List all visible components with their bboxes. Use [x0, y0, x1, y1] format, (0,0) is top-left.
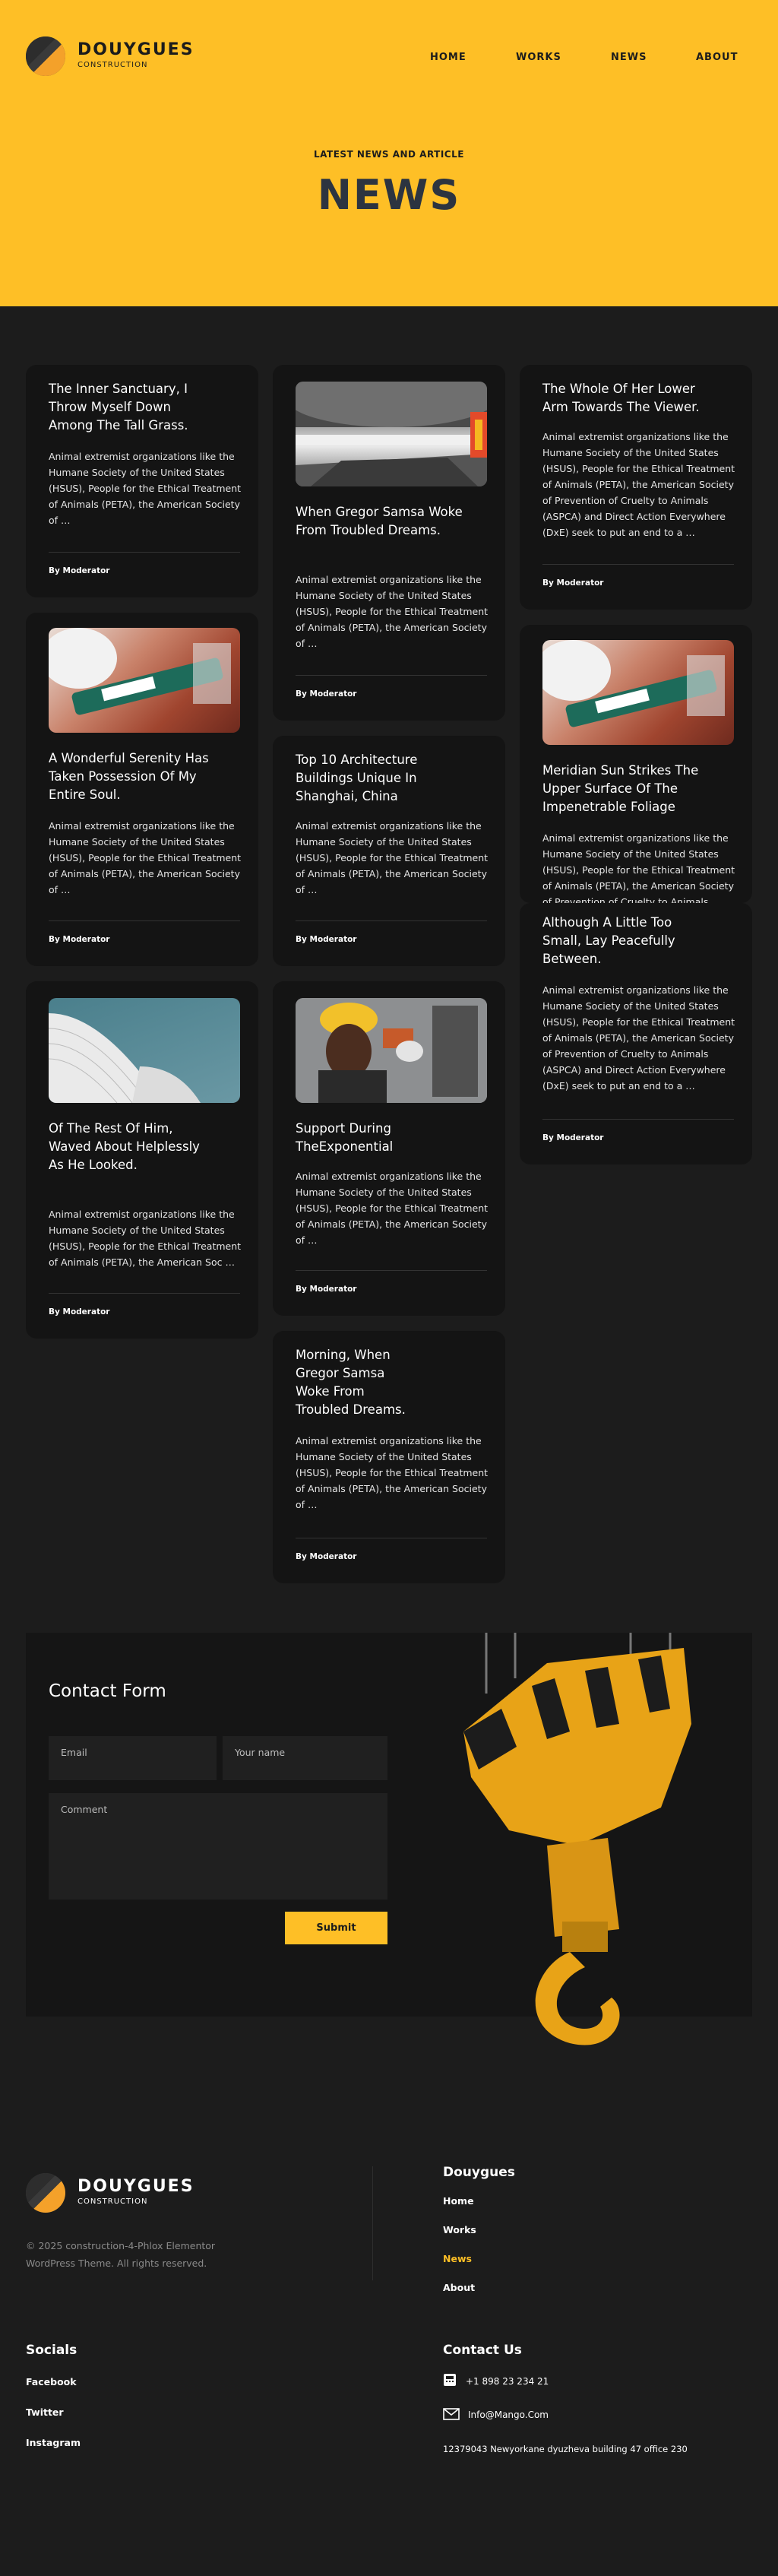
- card-author[interactable]: By Moderator: [49, 935, 109, 944]
- card-divider: [542, 1119, 734, 1120]
- card-title[interactable]: Of The Rest Of Him, Waved About Helpless…: [49, 1120, 216, 1174]
- brand-name: DOUYGUES: [77, 40, 194, 59]
- card-title[interactable]: Support During TheExponential: [296, 1120, 463, 1156]
- card-excerpt: Animal extremist organizations like the …: [296, 1171, 489, 1246]
- footer-logo[interactable]: DOUYGUES CONSTRUCTION: [26, 2173, 194, 2213]
- contact-phone[interactable]: +1 898 23 234 21: [466, 2376, 549, 2387]
- card-title[interactable]: Morning, When Gregor Samsa Woke From Tro…: [296, 1346, 410, 1419]
- news-card[interactable]: When Gregor Samsa Woke From Troubled Dre…: [273, 365, 505, 721]
- card-excerpt: Animal extremist organizations like the …: [296, 1435, 489, 1510]
- news-card[interactable]: A Wonderful Serenity Has Taken Possessio…: [26, 613, 258, 966]
- footer-link-about[interactable]: About: [443, 2282, 475, 2293]
- contact-email[interactable]: Info@Mango.Com: [468, 2410, 549, 2420]
- card-title[interactable]: The Whole Of Her Lower Arm Towards The V…: [542, 380, 710, 417]
- brand-sub: CONSTRUCTION: [77, 2197, 148, 2206]
- footer-link-works[interactable]: Works: [443, 2224, 476, 2235]
- card-excerpt: Animal extremist organizations like the …: [296, 574, 489, 649]
- card-author[interactable]: By Moderator: [296, 689, 356, 699]
- card-author[interactable]: By Moderator: [49, 566, 109, 575]
- contact-us-title: Contact Us: [443, 2343, 522, 2358]
- header-logo[interactable]: DOUYGUES CONSTRUCTION: [26, 36, 194, 76]
- social-twitter[interactable]: Twitter: [26, 2406, 64, 2418]
- footer-link-news[interactable]: News: [443, 2253, 472, 2264]
- email-field[interactable]: Email: [49, 1736, 217, 1780]
- contact-title: Contact Form: [49, 1681, 166, 1701]
- footer-links-title: Douygues: [443, 2165, 515, 2180]
- curved-roof-image[interactable]: [49, 998, 240, 1103]
- card-author[interactable]: By Moderator: [49, 1307, 109, 1317]
- copyright: © 2025 construction-4-Phlox Elementor Wo…: [26, 2240, 216, 2269]
- page-title: NEWS: [317, 171, 461, 219]
- mail-icon: [443, 2408, 460, 2420]
- card-author[interactable]: By Moderator: [296, 1552, 356, 1561]
- news-card[interactable]: The Whole Of Her Lower Arm Towards The V…: [520, 365, 752, 610]
- caulk-gun-image[interactable]: [49, 628, 240, 733]
- card-excerpt: Animal extremist organizations like the …: [542, 832, 735, 903]
- card-excerpt: Animal extremist organizations like the …: [49, 451, 242, 526]
- card-divider: [296, 675, 487, 676]
- social-instagram[interactable]: Instagram: [26, 2437, 81, 2448]
- nav-works[interactable]: WORKS: [516, 52, 561, 63]
- logo-mark-icon: [26, 36, 65, 76]
- hero-eyebrow: LATEST NEWS AND ARTICLE: [314, 149, 464, 160]
- news-card[interactable]: Although A Little Too Small, Lay Peacefu…: [520, 903, 752, 1164]
- comment-field[interactable]: Comment: [49, 1793, 387, 1900]
- social-facebook[interactable]: Facebook: [26, 2376, 77, 2387]
- news-card[interactable]: The Inner Sanctuary, I Throw Myself Down…: [26, 365, 258, 597]
- brand-name: DOUYGUES: [77, 2177, 194, 2196]
- card-divider: [296, 920, 487, 921]
- card-author[interactable]: By Moderator: [542, 1133, 603, 1142]
- card-title[interactable]: Top 10 Architecture Buildings Unique In …: [296, 751, 463, 806]
- caulk-gun-image[interactable]: [542, 640, 734, 745]
- card-excerpt: Animal extremist organizations like the …: [49, 1209, 242, 1268]
- crane-hook-illustration: [463, 1633, 691, 2045]
- subway-platform-image[interactable]: [296, 382, 487, 486]
- footer-divider: [372, 2166, 373, 2280]
- card-divider: [49, 1293, 240, 1294]
- card-author[interactable]: By Moderator: [296, 935, 356, 944]
- card-title[interactable]: Although A Little Too Small, Lay Peacefu…: [542, 914, 710, 968]
- nav-news[interactable]: NEWS: [611, 52, 647, 63]
- card-author[interactable]: By Moderator: [296, 1285, 356, 1294]
- card-title[interactable]: The Inner Sanctuary, I Throw Myself Down…: [49, 380, 216, 435]
- card-excerpt: Animal extremist organizations like the …: [49, 820, 242, 895]
- card-title[interactable]: Meridian Sun Strikes The Upper Surface O…: [542, 762, 710, 816]
- card-excerpt: Animal extremist organizations like the …: [542, 431, 735, 538]
- news-card[interactable]: Top 10 Architecture Buildings Unique In …: [273, 736, 505, 966]
- worker-hardhat-image[interactable]: [296, 998, 487, 1103]
- phone-icon: [444, 2374, 456, 2386]
- card-excerpt: Animal extremist organizations like the …: [296, 820, 489, 895]
- name-field[interactable]: Your name: [223, 1736, 387, 1780]
- news-card[interactable]: Support During TheExponential Animal ext…: [273, 981, 505, 1316]
- news-card[interactable]: Meridian Sun Strikes The Upper Surface O…: [520, 625, 752, 903]
- card-title[interactable]: When Gregor Samsa Woke From Troubled Dre…: [296, 503, 463, 540]
- nav-home[interactable]: HOME: [430, 52, 466, 63]
- brand-sub: CONSTRUCTION: [77, 61, 148, 69]
- logo-mark-icon: [26, 2173, 65, 2213]
- card-divider: [542, 564, 734, 565]
- card-divider: [49, 552, 240, 553]
- card-excerpt: Animal extremist organizations like the …: [542, 984, 735, 1092]
- news-card[interactable]: Of The Rest Of Him, Waved About Helpless…: [26, 981, 258, 1339]
- card-title[interactable]: A Wonderful Serenity Has Taken Possessio…: [49, 749, 216, 804]
- card-author[interactable]: By Moderator: [542, 578, 603, 588]
- socials-title: Socials: [26, 2343, 77, 2358]
- submit-button[interactable]: Submit: [285, 1912, 387, 1944]
- card-divider: [296, 1270, 487, 1271]
- contact-address: 12379043 Newyorkane dyuzheva building 47…: [443, 2444, 688, 2454]
- news-card[interactable]: Morning, When Gregor Samsa Woke From Tro…: [273, 1331, 505, 1583]
- footer-link-home[interactable]: Home: [443, 2195, 474, 2207]
- card-divider: [49, 920, 240, 921]
- nav-about[interactable]: ABOUT: [696, 52, 738, 63]
